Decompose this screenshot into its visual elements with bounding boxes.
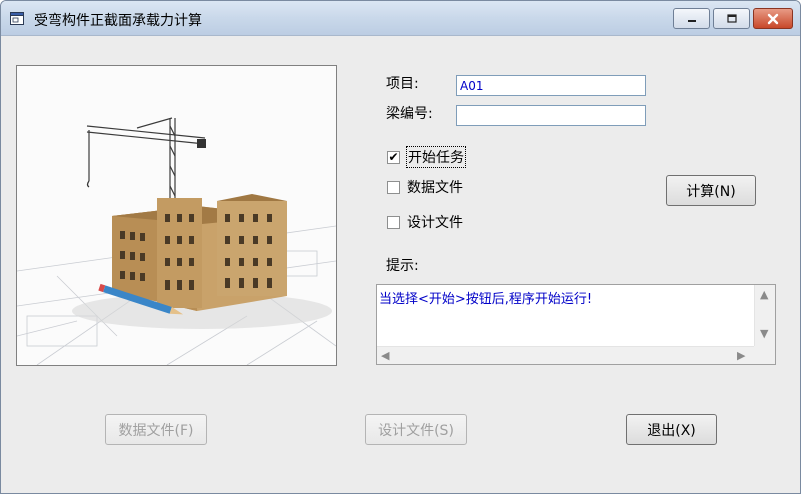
app-window: 受弯构件正截面承载力计算 项目: A01 梁编号: ✔ 开始任务 数据文件 设计… bbox=[0, 0, 801, 494]
data-file-button[interactable]: 数据文件(F) bbox=[105, 414, 207, 445]
app-icon bbox=[10, 12, 24, 25]
start-task-label: 开始任务 bbox=[406, 146, 466, 168]
horizontal-scrollbar[interactable]: ◀ ▶ bbox=[377, 346, 755, 364]
start-task-checkbox[interactable]: ✔ 开始任务 bbox=[387, 146, 466, 168]
design-file-label: 设计文件 bbox=[407, 215, 463, 231]
minimize-icon bbox=[687, 19, 696, 22]
checkbox-checked-icon: ✔ bbox=[387, 150, 400, 164]
window-title: 受弯构件正截面承载力计算 bbox=[34, 13, 202, 29]
building-picture bbox=[16, 65, 337, 366]
exit-button[interactable]: 退出(X) bbox=[626, 414, 717, 445]
project-input[interactable]: A01 bbox=[456, 75, 646, 96]
hint-label: 提示: bbox=[386, 258, 419, 274]
close-button[interactable] bbox=[753, 8, 793, 29]
building-construction-image bbox=[17, 117, 336, 365]
data-file-checkbox[interactable]: 数据文件 bbox=[387, 177, 463, 197]
checkbox-unchecked-icon bbox=[387, 215, 400, 229]
checkbox-unchecked-icon bbox=[387, 180, 400, 194]
scroll-up-icon[interactable]: ▲ bbox=[760, 288, 768, 301]
project-label: 项目: bbox=[386, 76, 419, 92]
scroll-left-icon[interactable]: ◀ bbox=[381, 349, 389, 362]
title-bar: 受弯构件正截面承载力计算 bbox=[1, 1, 800, 36]
minimize-button[interactable] bbox=[673, 8, 710, 29]
beam-number-input[interactable] bbox=[456, 105, 646, 126]
vertical-scrollbar[interactable]: ▲ ▼ bbox=[754, 285, 775, 347]
calculate-button[interactable]: 计算(N) bbox=[666, 175, 756, 206]
scrollbar-corner bbox=[754, 346, 775, 364]
beam-number-label: 梁编号: bbox=[386, 106, 433, 122]
hint-textarea[interactable]: 当选择<开始>按钮后,程序开始运行! ▲ ▼ ◀ ▶ bbox=[376, 284, 776, 365]
maximize-icon bbox=[726, 13, 737, 23]
close-icon bbox=[767, 13, 779, 24]
design-file-checkbox[interactable]: 设计文件 bbox=[387, 212, 463, 232]
hint-text: 当选择<开始>按钮后,程序开始运行! bbox=[379, 292, 593, 307]
scroll-down-icon[interactable]: ▼ bbox=[760, 327, 768, 340]
scroll-right-icon[interactable]: ▶ bbox=[737, 349, 745, 362]
data-file-label: 数据文件 bbox=[407, 180, 463, 196]
maximize-button[interactable] bbox=[713, 8, 750, 29]
design-file-button[interactable]: 设计文件(S) bbox=[365, 414, 467, 445]
